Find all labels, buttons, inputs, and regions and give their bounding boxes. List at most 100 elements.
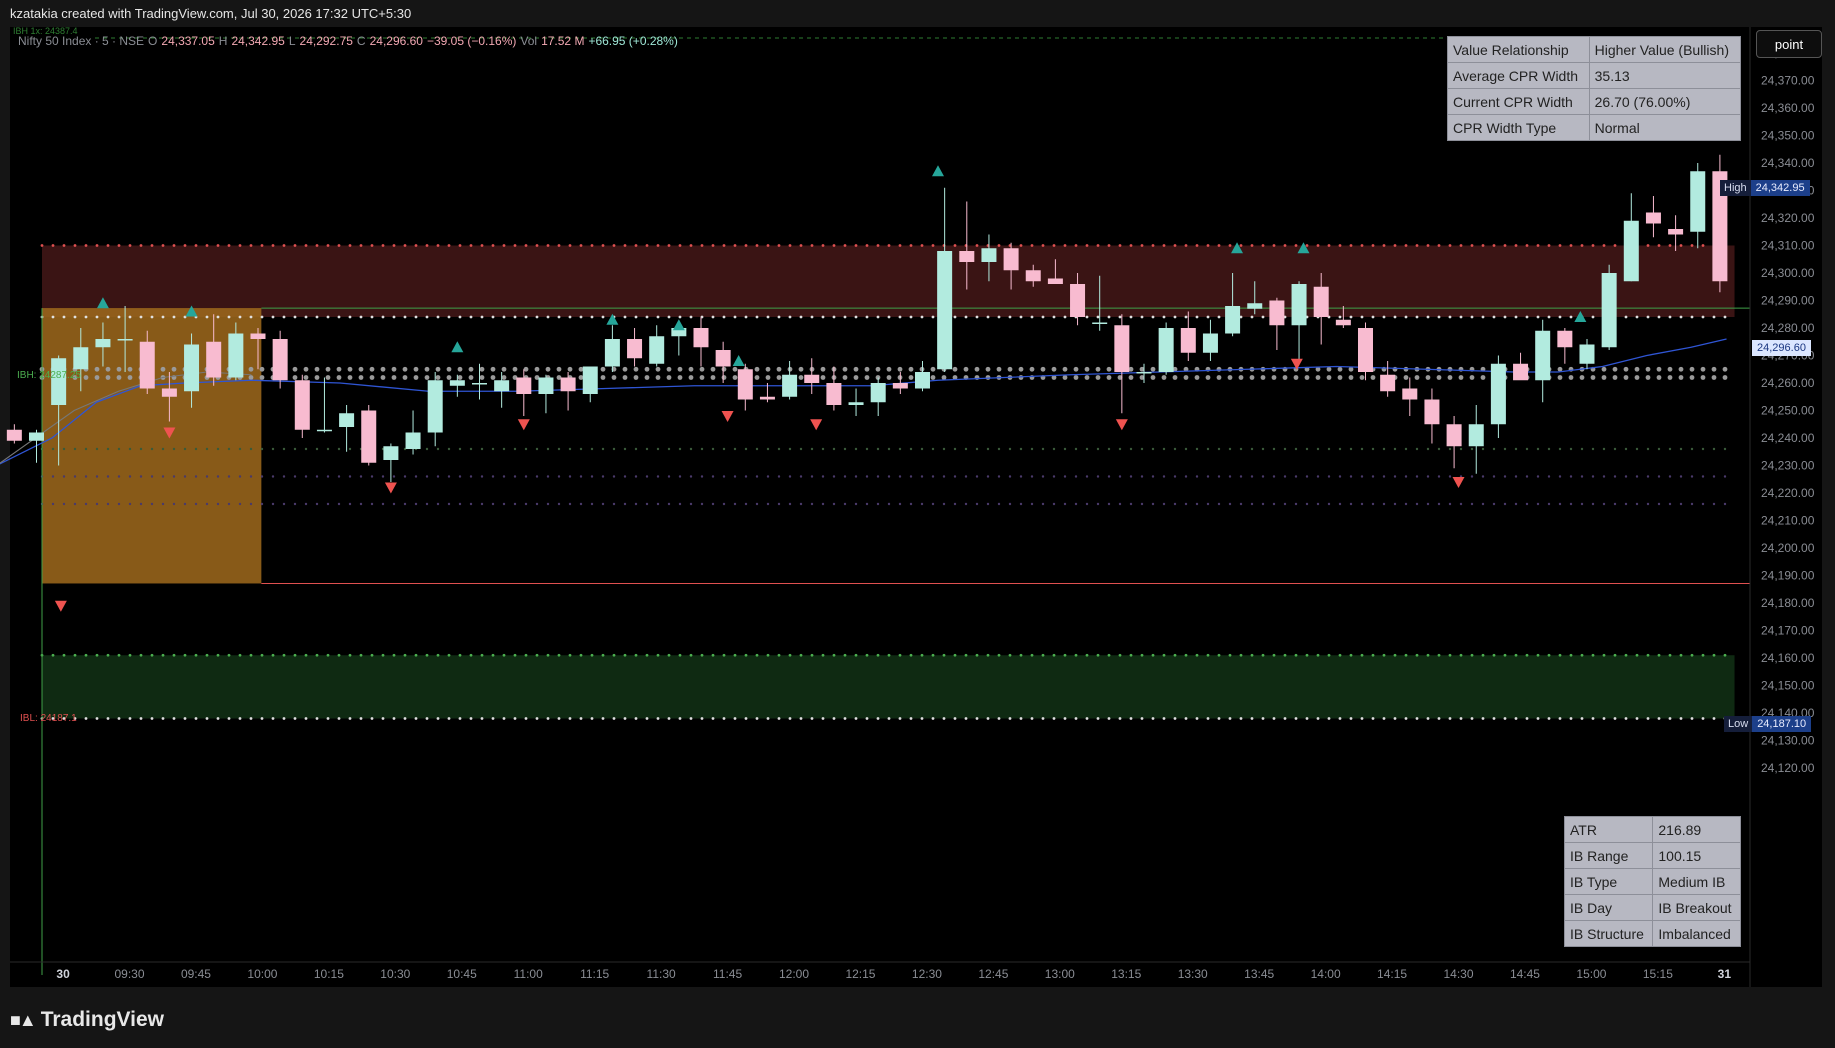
pivot-dot: [260, 502, 264, 506]
symbol-legend[interactable]: Nifty 50 Index · 5 · NSE O 24,337.05 H 24,…: [18, 34, 678, 48]
pivot-dot: [128, 475, 132, 478]
pivot-dot: [414, 502, 418, 506]
pivot-dot: [1624, 447, 1628, 451]
price-tick-label: 24,290.00: [1761, 294, 1815, 308]
pivot-dot: [326, 447, 330, 451]
support-top-dot: [1668, 653, 1672, 657]
resistance-top-dot: [656, 244, 660, 247]
pivot-dot: [766, 447, 770, 451]
support-bottom-dot: [1206, 717, 1210, 720]
support-top-dot: [1393, 653, 1397, 657]
pivot-dot: [677, 375, 683, 380]
candle-body: [316, 429, 332, 432]
pivot-dot: [1195, 475, 1199, 478]
pivot-dot: [84, 502, 88, 506]
price-tick-label: 24,250.00: [1761, 404, 1815, 418]
pivot-dot: [1635, 502, 1639, 506]
pivot-dot: [986, 475, 990, 478]
pivot-dot: [1096, 447, 1100, 451]
resistance-top-dot: [865, 244, 869, 247]
pivot-dot: [216, 502, 220, 506]
pivot-dot: [1536, 447, 1540, 451]
support-bottom-dot: [249, 717, 253, 720]
pivot-dot: [391, 366, 397, 372]
support-top-dot: [1404, 653, 1408, 657]
support-bottom-dot: [612, 717, 616, 720]
support-top-dot: [1525, 653, 1529, 657]
support-bottom-dot: [700, 717, 704, 720]
pivot-dot: [523, 366, 529, 372]
price-tick-label: 24,260.00: [1761, 376, 1815, 390]
support-top-dot: [348, 653, 352, 657]
symbol-name[interactable]: Nifty 50 Index · 5 · NSE: [18, 34, 144, 48]
pivot-dot: [1447, 375, 1453, 380]
candle-body: [405, 432, 421, 449]
support-bottom-dot: [1371, 717, 1375, 720]
resistance-bottom-dot: [260, 315, 264, 319]
time-tick-label: 12:45: [978, 967, 1008, 981]
support-zone: [42, 655, 1735, 719]
pivot-dot: [369, 366, 375, 372]
pivot-dot: [678, 447, 682, 451]
support-bottom-dot: [513, 717, 517, 720]
pivot-dot: [128, 502, 132, 506]
support-top-dot: [238, 653, 242, 657]
resistance-bottom-dot: [920, 315, 924, 319]
pivot-dot: [1338, 502, 1342, 506]
resistance-top-dot: [491, 244, 495, 247]
point-button[interactable]: point: [1756, 30, 1822, 58]
resistance-bottom-dot: [722, 315, 726, 319]
price-tick-label: 24,130.00: [1761, 734, 1815, 748]
pivot-dot: [106, 502, 110, 506]
resistance-top-dot: [1327, 244, 1331, 247]
resistance-bottom-dot: [1591, 315, 1595, 319]
resistance-top-dot: [1514, 244, 1518, 247]
support-top-dot: [469, 653, 473, 657]
pivot-dot: [161, 475, 165, 478]
resistance-bottom-dot: [546, 315, 550, 319]
pivot-dot: [1151, 502, 1155, 506]
price-tick-label: 24,370.00: [1761, 74, 1815, 88]
pivot-dot: [1723, 475, 1727, 478]
support-top-dot: [1426, 653, 1430, 657]
time-tick-label: 11:15: [580, 967, 609, 981]
pivot-dot: [953, 502, 957, 506]
resistance-top-dot: [403, 244, 407, 247]
pivot-dot: [435, 366, 441, 372]
pivot-dot: [931, 502, 935, 506]
pivot-dot: [1129, 447, 1133, 451]
pivot-dot: [304, 475, 308, 478]
candlestick-chart[interactable]: 24,120.0024,130.0024,140.0024,150.0024,1…: [0, 0, 1835, 1048]
support-top-dot: [1624, 653, 1628, 657]
pivot-dot: [535, 447, 539, 451]
pivot-dot: [1425, 375, 1431, 380]
resistance-bottom-dot: [568, 315, 572, 319]
resistance-top-dot: [392, 244, 396, 247]
resistance-bottom-dot: [491, 315, 495, 319]
tradingview-logo[interactable]: ■▲ TradingView: [10, 1008, 164, 1032]
pivot-dot: [1613, 447, 1617, 451]
resistance-top-dot: [1096, 244, 1100, 247]
pivot-dot: [534, 366, 540, 372]
pivot-dot: [732, 375, 738, 380]
support-bottom-dot: [447, 717, 451, 720]
buy-signal-marker: [932, 165, 944, 177]
pivot-dot: [964, 447, 968, 451]
support-bottom-dot: [1030, 717, 1034, 720]
support-top-dot: [953, 653, 957, 657]
pivot-dot: [490, 375, 496, 380]
pivot-dot: [1315, 375, 1321, 380]
pivot-dot: [986, 502, 990, 506]
pivot-dot: [1623, 366, 1629, 372]
support-bottom-dot: [1415, 717, 1419, 720]
resistance-bottom-dot: [1063, 315, 1067, 319]
support-top-dot: [326, 653, 330, 657]
support-bottom-dot: [1129, 717, 1133, 720]
pivot-dot: [1019, 447, 1023, 451]
pivot-dot: [380, 366, 386, 372]
pivot-dot: [1260, 375, 1266, 380]
pivot-dot: [601, 475, 605, 478]
high-price-tag: High 24,342.95: [1720, 180, 1810, 196]
candle-body: [383, 446, 399, 460]
resistance-bottom-dot: [1129, 315, 1133, 319]
